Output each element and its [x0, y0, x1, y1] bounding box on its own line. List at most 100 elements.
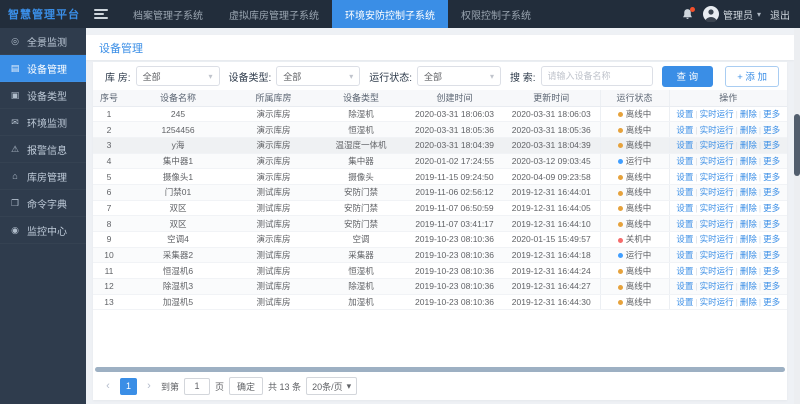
- next-page-icon[interactable]: ›: [142, 378, 156, 394]
- op-link-0[interactable]: 设置: [676, 281, 693, 291]
- op-link-2[interactable]: 删除: [740, 297, 757, 307]
- op-link-0[interactable]: 设置: [676, 125, 693, 135]
- cell-type: 空调: [316, 231, 406, 248]
- op-link-1[interactable]: 实时运行: [700, 203, 734, 213]
- user-menu[interactable]: 管理员 ▾: [702, 6, 761, 22]
- op-link-1[interactable]: 实时运行: [700, 297, 734, 307]
- alarm-icon: ⚠: [10, 143, 20, 154]
- op-link-0[interactable]: 设置: [676, 266, 693, 276]
- chevron-down-icon: ▾: [208, 71, 213, 81]
- op-link-0[interactable]: 设置: [676, 219, 693, 229]
- search-input[interactable]: [540, 66, 653, 86]
- cell-status: 离线中: [599, 121, 669, 138]
- op-link-3[interactable]: 更多: [763, 156, 780, 166]
- device-type-select[interactable]: 全部 ▾: [276, 66, 361, 86]
- op-link-0[interactable]: 设置: [676, 234, 693, 244]
- op-link-3[interactable]: 更多: [763, 187, 780, 197]
- page-size-select[interactable]: 20条/页 ▾: [306, 377, 358, 395]
- goto-page-input[interactable]: [184, 377, 211, 395]
- op-link-0[interactable]: 设置: [676, 140, 693, 150]
- notification-bell-icon[interactable]: [681, 6, 695, 21]
- cell-no: 11: [93, 262, 125, 280]
- run-status-select[interactable]: 全部 ▾: [417, 66, 501, 86]
- sidebar-item-4[interactable]: ⚠ 报警信息: [0, 136, 86, 163]
- sidebar-item-2[interactable]: ▣ 设备类型: [0, 82, 86, 109]
- page-number-1[interactable]: 1: [120, 377, 137, 395]
- warehouse-select[interactable]: 全部 ▾: [135, 66, 220, 86]
- op-link-2[interactable]: 删除: [740, 109, 757, 119]
- prev-page-icon[interactable]: ‹: [101, 378, 115, 394]
- goto-confirm-button[interactable]: 确定: [229, 377, 264, 395]
- cell-updated: 2020-04-09 09:23:58: [503, 168, 600, 185]
- query-button[interactable]: 查 询: [661, 65, 714, 87]
- sidebar-item-5[interactable]: ⌂ 库房管理: [0, 163, 86, 190]
- op-link-3[interactable]: 更多: [763, 203, 780, 213]
- op-link-1[interactable]: 实时运行: [700, 187, 734, 197]
- op-link-0[interactable]: 设置: [676, 203, 693, 213]
- op-link-1[interactable]: 实时运行: [700, 109, 734, 119]
- add-button[interactable]: + 添 加: [725, 65, 780, 87]
- op-link-2[interactable]: 删除: [740, 187, 757, 197]
- nav-tab-3[interactable]: 权限控制子系统: [448, 0, 544, 28]
- op-link-0[interactable]: 设置: [676, 250, 693, 260]
- op-link-2[interactable]: 删除: [740, 172, 757, 182]
- op-link-1[interactable]: 实时运行: [700, 125, 734, 135]
- op-link-1[interactable]: 实时运行: [700, 219, 734, 229]
- op-link-3[interactable]: 更多: [763, 109, 780, 119]
- op-link-3[interactable]: 更多: [763, 172, 780, 182]
- sidebar-item-6[interactable]: ❐ 命令字典: [0, 190, 86, 217]
- op-link-2[interactable]: 删除: [740, 156, 757, 166]
- nav-tab-2[interactable]: 环境安防控制子系统: [332, 0, 448, 28]
- op-link-0[interactable]: 设置: [676, 156, 693, 166]
- status-text: 离线中: [625, 124, 652, 135]
- vertical-scrollbar-thumb[interactable]: [794, 114, 800, 176]
- sidebar-item-3[interactable]: ✉ 环境监测: [0, 109, 86, 136]
- cell-warehouse: 演示库房: [231, 231, 316, 248]
- op-link-3[interactable]: 更多: [763, 125, 780, 135]
- logout-link[interactable]: 退出: [770, 7, 790, 22]
- op-link-1[interactable]: 实时运行: [700, 234, 734, 244]
- op-link-3[interactable]: 更多: [763, 297, 780, 307]
- sidebar-item-0[interactable]: ◎ 全景监测: [0, 28, 86, 55]
- sidebar-item-7[interactable]: ◉ 监控中心: [0, 217, 86, 244]
- cell-created: 2019-11-15 09:24:50: [406, 168, 503, 185]
- op-link-2[interactable]: 删除: [740, 266, 757, 276]
- op-link-1[interactable]: 实时运行: [700, 281, 734, 291]
- op-link-3[interactable]: 更多: [763, 219, 780, 229]
- cell-operations: 设置 | 实时运行 | 删除 | 更多: [668, 215, 787, 232]
- horizontal-scrollbar[interactable]: [95, 367, 785, 372]
- op-link-1[interactable]: 实时运行: [700, 156, 734, 166]
- op-link-3[interactable]: 更多: [763, 266, 780, 276]
- op-link-2[interactable]: 删除: [740, 219, 757, 229]
- op-link-3[interactable]: 更多: [763, 234, 780, 244]
- op-link-0[interactable]: 设置: [676, 109, 693, 119]
- nav-tab-1[interactable]: 虚拟库房管理子系统: [216, 0, 332, 28]
- op-link-2[interactable]: 删除: [740, 140, 757, 150]
- cell-name: 双区: [125, 215, 231, 232]
- op-link-1[interactable]: 实时运行: [700, 250, 734, 260]
- op-link-0[interactable]: 设置: [676, 187, 693, 197]
- op-link-3[interactable]: 更多: [763, 281, 780, 291]
- op-separator: |: [735, 187, 738, 198]
- op-link-2[interactable]: 删除: [740, 125, 757, 135]
- status-text: 离线中: [625, 187, 652, 198]
- cell-created: 2020-03-31 18:05:36: [406, 121, 503, 138]
- op-link-2[interactable]: 删除: [740, 250, 757, 260]
- op-link-2[interactable]: 删除: [740, 234, 757, 244]
- cell-no: 2: [93, 121, 125, 138]
- op-link-3[interactable]: 更多: [763, 250, 780, 260]
- op-separator: |: [735, 171, 738, 182]
- op-link-2[interactable]: 删除: [740, 203, 757, 213]
- cell-name: 空调4: [125, 231, 231, 248]
- op-link-3[interactable]: 更多: [763, 140, 780, 150]
- status-text: 离线中: [625, 297, 652, 308]
- sidebar-item-1[interactable]: ▤ 设备管理: [0, 55, 86, 82]
- op-link-0[interactable]: 设置: [676, 172, 693, 182]
- op-link-1[interactable]: 实时运行: [700, 140, 734, 150]
- op-link-2[interactable]: 删除: [740, 281, 757, 291]
- menu-toggle-icon[interactable]: [94, 9, 108, 19]
- op-link-1[interactable]: 实时运行: [700, 172, 734, 182]
- nav-tab-0[interactable]: 档案管理子系统: [120, 0, 216, 28]
- op-link-1[interactable]: 实时运行: [700, 266, 734, 276]
- op-link-0[interactable]: 设置: [676, 297, 693, 307]
